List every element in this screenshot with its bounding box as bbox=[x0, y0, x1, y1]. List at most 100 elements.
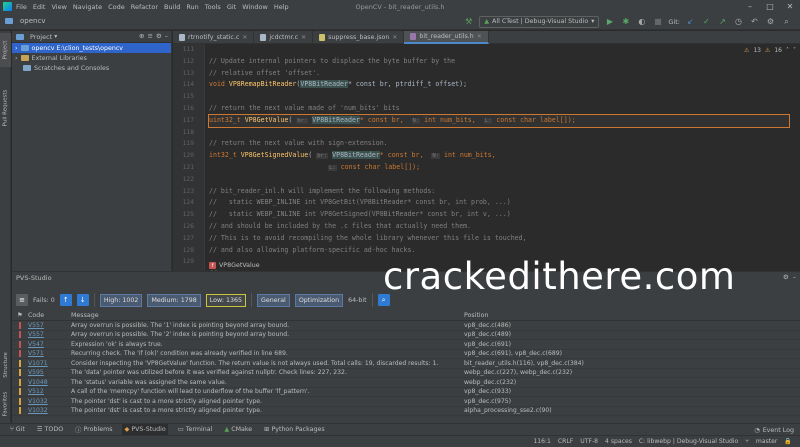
coverage-icon[interactable]: ◐ bbox=[636, 16, 647, 27]
menu-build[interactable]: Build bbox=[164, 3, 180, 11]
tab-python-packages[interactable]: ⊞ Python Packages bbox=[262, 424, 327, 436]
table-row[interactable]: V595 The 'data' pointer was utilized befo… bbox=[12, 369, 800, 378]
run-icon[interactable]: ▶ bbox=[604, 16, 615, 27]
chevron-right-icon[interactable]: › bbox=[15, 55, 18, 62]
cell-position[interactable]: vp8_dec.c(691), vp8_dec.c(689) bbox=[464, 350, 784, 357]
structure-tool-tab[interactable]: Structure bbox=[0, 347, 11, 383]
project-title[interactable]: Project bbox=[30, 33, 52, 41]
column-header-message[interactable]: Message bbox=[71, 312, 464, 319]
favorites-tool-tab[interactable]: Favorites bbox=[0, 387, 11, 421]
table-row[interactable]: V547 Expression 'ok' is always true. vp8_d… bbox=[12, 340, 800, 350]
git-commit-icon[interactable]: ✓ bbox=[701, 16, 712, 27]
diagnostic-code-link[interactable]: V557 bbox=[28, 331, 44, 338]
locate-icon[interactable]: ⊕ bbox=[139, 32, 144, 40]
chevron-up-icon[interactable]: ˄ bbox=[786, 47, 789, 54]
menu-refactor[interactable]: Refactor bbox=[131, 3, 158, 11]
tab-rtrnotify-static[interactable]: rtrnotify_static.c ✕ bbox=[173, 31, 255, 44]
filter-medium-button[interactable]: Medium: 1798 bbox=[147, 293, 201, 307]
cell-code[interactable]: V1071 bbox=[28, 360, 71, 367]
diagnostic-code-link[interactable]: V1071 bbox=[28, 360, 48, 367]
tab-terminal[interactable]: ▭ Terminal bbox=[176, 424, 215, 436]
cell-position[interactable]: vp8_dec.c(933) bbox=[464, 388, 784, 395]
menu-window[interactable]: Window bbox=[242, 3, 268, 11]
table-row[interactable]: V1032 The pointer 'dst' is cast to a more… bbox=[12, 397, 800, 407]
column-header-code[interactable]: Code bbox=[28, 312, 71, 319]
cell-code[interactable]: V557 bbox=[28, 322, 71, 329]
code-area[interactable]: // Update internal pointers to displace … bbox=[208, 44, 790, 271]
table-row[interactable]: V557 Array overrun is possible. The '2' i… bbox=[12, 331, 800, 340]
diagnostic-code-link[interactable]: V512 bbox=[28, 388, 44, 395]
cell-position[interactable]: vp8_dec.c(489) bbox=[464, 331, 784, 338]
resolve-context[interactable]: C: libwebp | Debug-Visual Studio bbox=[639, 438, 738, 445]
close-tab-icon[interactable]: ✕ bbox=[242, 34, 247, 41]
pull-requests-tool-tab[interactable]: Pull Requests bbox=[0, 79, 11, 137]
tab-bit-reader-utils[interactable]: bit_reader_utils.h ✕ bbox=[404, 31, 489, 44]
chevron-right-icon[interactable]: › bbox=[15, 45, 18, 52]
filter-64bit-button[interactable]: 64-bit bbox=[348, 297, 367, 304]
breadcrumb[interactable]: opencv bbox=[20, 17, 45, 25]
search-icon[interactable]: ⌕ bbox=[377, 294, 390, 306]
close-tab-icon[interactable]: ✕ bbox=[477, 33, 482, 40]
diagnostic-code-link[interactable]: V1048 bbox=[28, 379, 48, 386]
filter-optimization-button[interactable]: Optimization bbox=[294, 293, 344, 307]
cell-code[interactable]: V557 bbox=[28, 331, 71, 338]
maximize-icon[interactable]: □ bbox=[760, 0, 780, 13]
gear-icon[interactable]: ⚙ bbox=[156, 32, 162, 40]
menu-edit[interactable]: Edit bbox=[33, 3, 46, 11]
hide-icon[interactable]: – bbox=[793, 273, 796, 281]
menu-help[interactable]: Help bbox=[274, 3, 289, 11]
rollback-icon[interactable]: ↶ bbox=[749, 16, 760, 27]
diagnostic-code-link[interactable]: V571 bbox=[28, 350, 44, 357]
table-row[interactable]: V1048 The 'status' variable was assigned … bbox=[12, 378, 800, 388]
menu-git[interactable]: Git bbox=[227, 3, 236, 11]
code-editor[interactable]: 111 112 113 114 115 116 117 118 119 120 … bbox=[173, 44, 800, 271]
build-hammer-icon[interactable]: ⚒ bbox=[463, 16, 474, 27]
stop-icon[interactable]: ■ bbox=[652, 16, 663, 27]
run-config-select[interactable]: ▲ All CTest | Debug-Visual Studio ▾ bbox=[479, 15, 600, 28]
hide-icon[interactable]: – bbox=[165, 32, 168, 40]
cell-position[interactable]: vp8_dec.c(691) bbox=[464, 341, 784, 348]
settings-icon[interactable]: ⚙ bbox=[765, 16, 776, 27]
column-header-position[interactable]: Position bbox=[464, 312, 784, 319]
tree-item-opencv[interactable]: › opencv E:\clion_tests\opencv bbox=[12, 43, 171, 53]
arrow-down-icon[interactable]: ↓ bbox=[76, 294, 89, 306]
git-update-icon[interactable]: ↙ bbox=[685, 16, 696, 27]
menu-navigate[interactable]: Navigate bbox=[73, 3, 102, 11]
lock-icon[interactable]: 🔒 bbox=[784, 438, 792, 445]
inspection-widget[interactable]: ⚠ 13 ⚠ 16 ˄ ˅ bbox=[744, 47, 796, 54]
debug-icon[interactable]: ✱ bbox=[620, 16, 631, 27]
cell-code[interactable]: V1032 bbox=[28, 407, 71, 414]
caret-position[interactable]: 116:1 bbox=[533, 438, 551, 445]
project-tool-tab[interactable]: Project bbox=[0, 33, 11, 67]
close-icon[interactable]: ✕ bbox=[780, 0, 800, 13]
tab-pvs-studio[interactable]: ◆ PVS-Studio bbox=[122, 423, 168, 436]
search-icon[interactable]: ⌕ bbox=[781, 16, 792, 27]
table-row[interactable]: V1032 The pointer 'dst' is cast to a more… bbox=[12, 407, 800, 416]
tree-item-external-libraries[interactable]: › External Libraries bbox=[12, 53, 171, 63]
file-encoding[interactable]: UTF-8 bbox=[580, 438, 598, 445]
table-row[interactable]: V557 Array overrun is possible. The '1' i… bbox=[12, 321, 800, 331]
git-branch[interactable]: master bbox=[756, 438, 778, 445]
diagnostic-code-link[interactable]: V1032 bbox=[28, 407, 48, 414]
cell-position[interactable]: vp8_dec.c(486) bbox=[464, 322, 784, 329]
chevron-down-icon[interactable]: ˅ bbox=[793, 47, 796, 54]
menu-tools[interactable]: Tools bbox=[205, 3, 221, 11]
table-row[interactable]: V571 Recurring check. The 'if (ok)' condi… bbox=[12, 350, 800, 359]
cell-code[interactable]: V1032 bbox=[28, 398, 71, 405]
cell-code[interactable]: V595 bbox=[28, 369, 71, 376]
arrow-up-icon[interactable]: ↑ bbox=[59, 294, 72, 306]
fails-counter[interactable]: Fails: 0 bbox=[33, 297, 55, 304]
menu-file[interactable]: File bbox=[16, 3, 27, 11]
line-separator[interactable]: CRLF bbox=[558, 438, 573, 445]
diagnostic-code-link[interactable]: V1032 bbox=[28, 398, 48, 405]
diagnostic-code-link[interactable]: V557 bbox=[28, 322, 44, 329]
tree-item-scratches[interactable]: Scratches and Consoles bbox=[12, 63, 171, 73]
table-row[interactable]: V1071 Consider inspecting the 'VP8GetValu… bbox=[12, 359, 800, 369]
chevron-down-icon[interactable]: ▾ bbox=[54, 33, 57, 40]
tab-jcdctmr[interactable]: jcdctmr.c ✕ bbox=[254, 31, 314, 44]
gear-icon[interactable]: ⚙ bbox=[783, 273, 789, 281]
indent-setting[interactable]: 4 spaces bbox=[605, 438, 632, 445]
cell-position[interactable]: alpha_processing_sse2.c(90) bbox=[464, 407, 784, 414]
tab-todo[interactable]: ☰ TODO bbox=[35, 424, 65, 436]
cell-position[interactable]: webp_dec.c(227), webp_dec.c(232) bbox=[464, 369, 784, 376]
